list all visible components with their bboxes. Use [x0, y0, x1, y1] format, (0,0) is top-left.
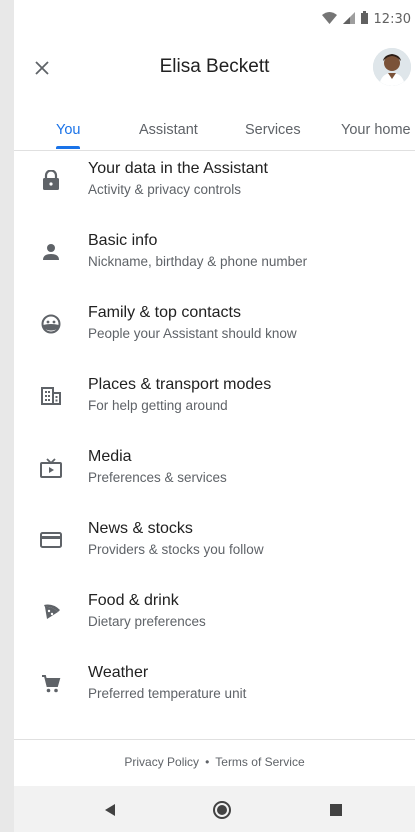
tab-your-home[interactable]: Your home	[341, 122, 411, 138]
item-subtitle: Activity & privacy controls	[88, 182, 242, 197]
item-title: Your data in the Assistant	[88, 160, 268, 177]
item-subtitle: Nickname, birthday & phone number	[88, 254, 308, 269]
item-subtitle: Dietary preferences	[88, 614, 206, 629]
tab-you[interactable]: You	[56, 122, 80, 138]
item-title: Food & drink	[88, 592, 179, 609]
battery-icon	[360, 11, 368, 28]
active-tab-indicator	[56, 146, 80, 149]
item-title: Media	[88, 448, 132, 465]
status-bar: 12:30	[14, 0, 415, 40]
footer-separator: •	[205, 755, 210, 769]
list-item-weather[interactable]: Weather Preferred temperature unit	[14, 655, 415, 727]
list-item-basic-info[interactable]: Basic info Nickname, birthday & phone nu…	[14, 223, 415, 295]
list-item-food-drink[interactable]: Food & drink Dietary preferences	[14, 583, 415, 655]
item-subtitle: People your Assistant should know	[88, 326, 297, 341]
list-item-your-data[interactable]: Your data in the Assistant Activity & pr…	[14, 151, 415, 223]
item-title: Family & top contacts	[88, 304, 241, 321]
home-icon	[213, 801, 231, 819]
recents-button[interactable]	[324, 798, 348, 822]
settings-list: Your data in the Assistant Activity & pr…	[14, 151, 415, 727]
tab-services[interactable]: Services	[245, 122, 301, 138]
tab-assistant[interactable]: Assistant	[139, 122, 198, 138]
system-nav-bar	[14, 786, 415, 832]
home-button[interactable]	[210, 798, 234, 822]
building-icon	[38, 383, 64, 409]
top-app-bar: Elisa Beckett	[14, 40, 415, 96]
privacy-policy-link[interactable]: Privacy Policy	[124, 755, 199, 769]
back-icon	[105, 804, 115, 816]
terms-of-service-link[interactable]: Terms of Service	[215, 755, 304, 769]
item-subtitle: Preferred temperature unit	[88, 686, 247, 701]
pizza-icon	[38, 599, 64, 625]
avatar[interactable]	[373, 48, 411, 86]
tv-icon	[38, 455, 64, 481]
list-item-media[interactable]: Media Preferences & services	[14, 439, 415, 511]
item-subtitle: Preferences & services	[88, 470, 227, 485]
list-item-places-transport[interactable]: Places & transport modes For help gettin…	[14, 367, 415, 439]
card-icon	[38, 527, 64, 553]
lock-icon	[38, 167, 64, 193]
item-subtitle: Providers & stocks you follow	[88, 542, 264, 557]
item-title: Basic info	[88, 232, 158, 249]
status-time: 12:30	[373, 12, 411, 27]
signal-icon	[342, 11, 355, 28]
list-item-family-contacts[interactable]: Family & top contacts People your Assist…	[14, 295, 415, 367]
legal-footer: Privacy Policy • Terms of Service	[14, 739, 415, 786]
recents-icon	[330, 804, 342, 816]
item-title: Weather	[88, 664, 149, 681]
back-button[interactable]	[98, 798, 122, 822]
item-title: Places & transport modes	[88, 376, 272, 393]
cart-icon	[38, 671, 64, 697]
app-screen: 12:30 Elisa Beckett You Assistant Servic…	[14, 0, 415, 832]
person-icon	[38, 239, 64, 265]
item-title: News & stocks	[88, 520, 193, 537]
account-name: Elisa Beckett	[159, 56, 270, 77]
wifi-icon	[321, 11, 337, 28]
tab-bar: You Assistant Services Your home	[14, 96, 415, 151]
item-subtitle: For help getting around	[88, 398, 228, 413]
list-item-news-stocks[interactable]: News & stocks Providers & stocks you fol…	[14, 511, 415, 583]
face-icon	[38, 311, 64, 337]
